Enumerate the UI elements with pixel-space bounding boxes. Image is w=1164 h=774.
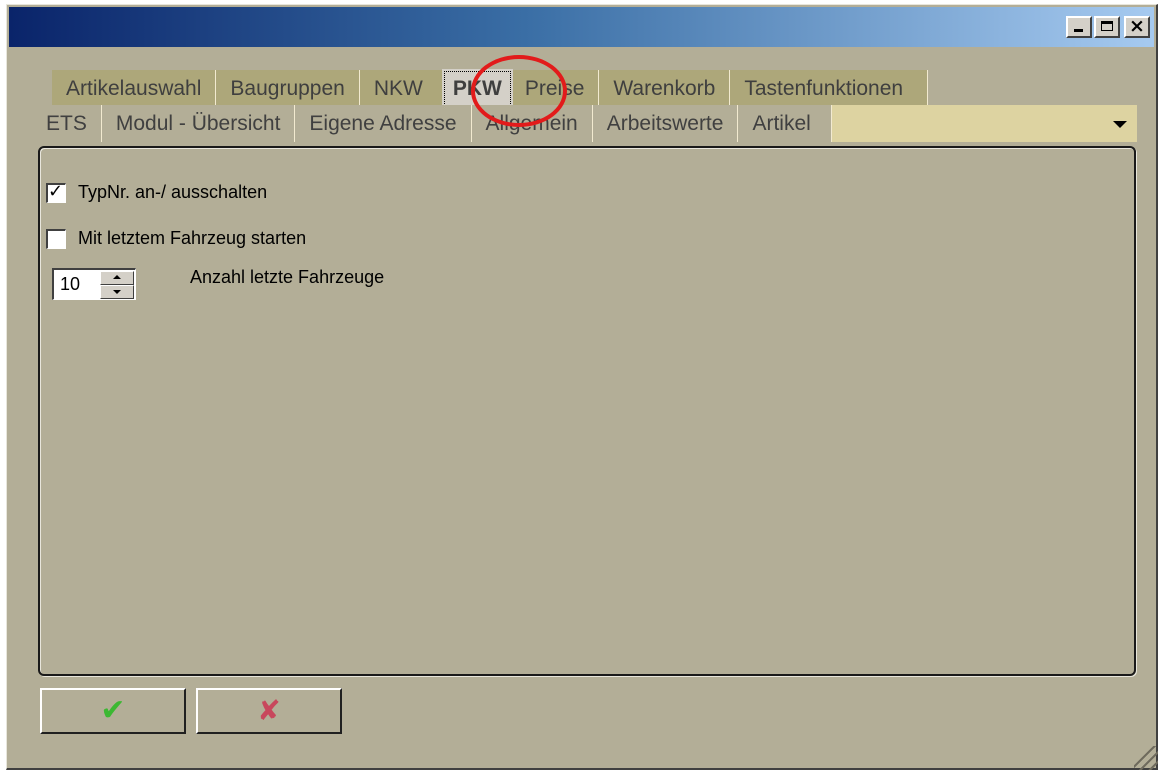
stepper-up-button[interactable]: [100, 271, 134, 285]
title-bar[interactable]: ×: [9, 7, 1154, 47]
stepper-down-button[interactable]: [100, 285, 134, 299]
maximize-button[interactable]: [1094, 16, 1120, 38]
last-vehicle-label: Mit letztem Fahrzeug starten: [78, 228, 307, 248]
tab-ets[interactable]: ETS: [32, 105, 102, 142]
tab-row-back: Artikelauswahl Baugruppen NKW PKW Preise…: [52, 69, 929, 108]
typnr-checkbox[interactable]: ✓: [46, 180, 66, 203]
last-vehicle-checkbox[interactable]: [46, 228, 66, 249]
count-stepper[interactable]: 10: [52, 268, 136, 300]
count-value[interactable]: 10: [60, 274, 80, 295]
tab-row-front: ETS Modul - Übersicht Eigene Adresse All…: [32, 105, 1137, 142]
tab-row-back-bg: Artikelauswahl Baugruppen NKW PKW Preise…: [52, 69, 929, 108]
tab-nkw[interactable]: NKW: [360, 70, 444, 107]
close-icon: ×: [1129, 15, 1145, 37]
tab-modul-uebersicht[interactable]: Modul - Übersicht: [101, 105, 296, 142]
minimize-icon: [1074, 29, 1083, 32]
checkmark-icon: ✓: [48, 180, 64, 202]
last-vehicle-option[interactable]: Mit letztem Fahrzeug starten: [46, 228, 306, 249]
tab-strip: Artikelauswahl Baugruppen NKW PKW Preise…: [32, 68, 1137, 144]
tab-tastenfunktionen[interactable]: Tastenfunktionen: [730, 70, 929, 107]
tab-pkw[interactable]: PKW: [441, 69, 513, 108]
tab-arbeitswerte[interactable]: Arbeitswerte: [592, 105, 739, 142]
typnr-label: TypNr. an-/ ausschalten: [78, 182, 268, 202]
checkmark-icon: ✔: [100, 693, 126, 728]
count-label: Anzahl letzte Fahrzeuge: [190, 266, 385, 287]
count-option: 10 Anzahl letzte Fahrzeuge: [52, 266, 385, 300]
tab-preise[interactable]: Preise: [511, 70, 600, 107]
ok-button[interactable]: ✔: [40, 688, 186, 734]
tab-artikel[interactable]: Artikel: [738, 105, 832, 142]
minimize-button[interactable]: [1066, 16, 1092, 38]
tab-artikelauswahl[interactable]: Artikelauswahl: [52, 70, 217, 107]
resize-grip-icon[interactable]: [1134, 746, 1158, 770]
typnr-option[interactable]: ✓ TypNr. an-/ ausschalten: [46, 180, 268, 203]
caption-buttons: ×: [1066, 15, 1150, 38]
maximize-icon: [1101, 21, 1113, 31]
arrow-down-icon: [113, 290, 121, 294]
tab-content-panel: ✓ TypNr. an-/ ausschalten Mit letztem Fa…: [38, 146, 1136, 676]
tab-eigene-adresse[interactable]: Eigene Adresse: [295, 105, 472, 142]
tab-baugruppen[interactable]: Baugruppen: [216, 70, 360, 107]
close-button[interactable]: ×: [1124, 15, 1150, 38]
stepper-buttons: [100, 271, 134, 299]
cross-icon: ✘: [257, 694, 281, 727]
tab-warenkorb[interactable]: Warenkorb: [599, 70, 731, 107]
cancel-button[interactable]: ✘: [196, 688, 342, 734]
dropdown-arrow-icon[interactable]: [1113, 121, 1127, 128]
arrow-up-icon: [113, 275, 121, 279]
tab-allgemein[interactable]: Allgemein: [471, 105, 593, 142]
